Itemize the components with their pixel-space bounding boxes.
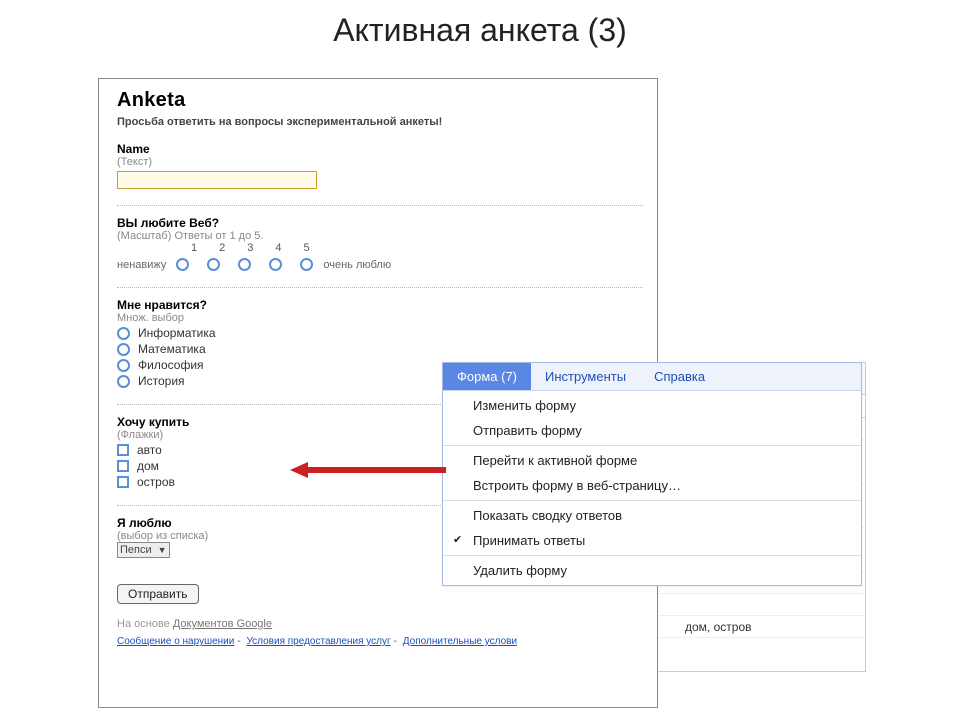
radio-option[interactable] xyxy=(117,343,130,356)
question-scale: ВЫ любите Веб? (Масштаб) Ответы от 1 до … xyxy=(117,216,643,271)
option-label: История xyxy=(138,374,185,388)
scale-number: 5 xyxy=(304,242,310,254)
scale-right-label: очень люблю xyxy=(323,259,391,271)
scale-radio-1[interactable] xyxy=(176,258,189,271)
question-name: Name (Текст) xyxy=(117,142,643,189)
scale-radio-5[interactable] xyxy=(300,258,313,271)
additional-terms-link[interactable]: Дополнительные услови xyxy=(403,636,517,647)
question-subtitle: (Масштаб) Ответы от 1 до 5. xyxy=(117,230,643,242)
scale-radio-3[interactable] xyxy=(238,258,251,271)
scale-left-label: ненавижу xyxy=(117,259,166,271)
menubar: Форма (7) Инструменты Справка xyxy=(443,363,861,391)
menu-item-embed-form[interactable]: Встроить форму в веб-страницу… xyxy=(443,473,861,498)
question-title: ВЫ любите Веб? xyxy=(117,216,643,230)
question-subtitle: Множ. выбор xyxy=(117,312,643,324)
terms-link[interactable]: Условия предоставления услуг xyxy=(246,636,390,647)
menu-item-send-form[interactable]: Отправить форму xyxy=(443,418,861,443)
form-description: Просьба ответить на вопросы эксперимента… xyxy=(117,116,643,128)
option-label: Философия xyxy=(138,358,204,372)
option-label: дом xyxy=(137,459,159,473)
scale-radio-4[interactable] xyxy=(269,258,282,271)
row-buy: дом, остров xyxy=(681,620,865,634)
submit-button[interactable]: Отправить xyxy=(117,584,199,604)
option-label: остров xyxy=(137,475,175,489)
radio-option[interactable] xyxy=(117,359,130,372)
question-title: Name xyxy=(117,142,643,156)
google-docs-link[interactable]: Документов Google xyxy=(173,618,272,630)
menu-tab-tools[interactable]: Инструменты xyxy=(531,363,640,390)
abuse-link[interactable]: Сообщение о нарушении xyxy=(117,636,234,647)
menu-item-delete-form[interactable]: Удалить форму xyxy=(443,558,861,583)
checkbox-option[interactable] xyxy=(117,476,129,488)
checkbox-option[interactable] xyxy=(117,460,129,472)
scale-number: 4 xyxy=(275,242,281,254)
arrow-shaft xyxy=(306,467,446,473)
option-label: Информатика xyxy=(138,326,216,340)
slide-title: Активная анкета (3) xyxy=(0,0,960,65)
love-select[interactable]: Пепси ▼ xyxy=(117,542,170,558)
menu-item-edit-form[interactable]: Изменить форму xyxy=(443,393,861,418)
option-label: Математика xyxy=(138,342,206,356)
powered-by: На основе Документов Google xyxy=(117,618,643,630)
scale-number: 3 xyxy=(247,242,253,254)
pointer-arrow xyxy=(290,462,450,478)
form-menu-panel: Форма (7) Инструменты Справка Изменить ф… xyxy=(442,362,862,586)
footer-links: Сообщение о нарушении- Условия предостав… xyxy=(117,636,643,647)
question-subtitle: (Текст) xyxy=(117,156,643,168)
select-value: Пепси xyxy=(120,544,152,556)
menu-tab-help[interactable]: Справка xyxy=(640,363,719,390)
question-title: Мне нравится? xyxy=(117,298,643,312)
chevron-down-icon: ▼ xyxy=(158,545,167,555)
scale-number: 2 xyxy=(219,242,225,254)
menu-tab-form[interactable]: Форма (7) xyxy=(443,363,531,390)
menu-item-goto-live-form[interactable]: Перейти к активной форме xyxy=(443,448,861,473)
option-label: авто xyxy=(137,443,162,457)
name-input[interactable] xyxy=(117,171,317,189)
radio-option[interactable] xyxy=(117,375,130,388)
form-title: Anketa xyxy=(117,89,643,112)
menu-item-accepting-responses[interactable]: Принимать ответы xyxy=(443,528,861,553)
radio-option[interactable] xyxy=(117,327,130,340)
scale-number: 1 xyxy=(191,242,197,254)
scale-radio-2[interactable] xyxy=(207,258,220,271)
checkbox-option[interactable] xyxy=(117,444,129,456)
menu-item-summary[interactable]: Показать сводку ответов xyxy=(443,503,861,528)
menu-list: Изменить форму Отправить форму Перейти к… xyxy=(443,391,861,585)
